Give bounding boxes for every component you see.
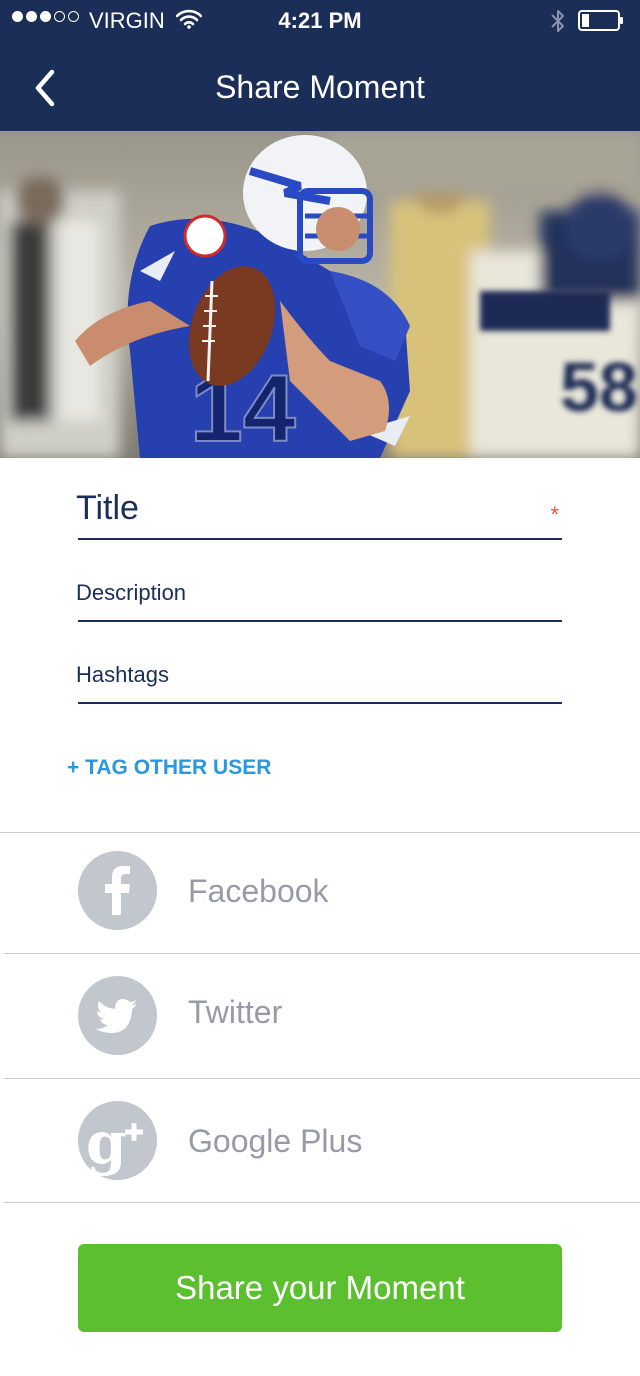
- share-row-twitter[interactable]: Twitter: [0, 954, 640, 1074]
- share-row-facebook[interactable]: Facebook: [0, 833, 640, 953]
- battery-icon: [578, 10, 624, 31]
- title-input[interactable]: [76, 484, 516, 532]
- divider: [4, 1202, 640, 1203]
- twitter-icon: [78, 976, 157, 1055]
- bluetooth-icon: [550, 8, 566, 39]
- tag-other-user-link[interactable]: + TAG OTHER USER: [67, 756, 271, 780]
- required-asterisk: *: [550, 502, 559, 527]
- share-label-facebook: Facebook: [188, 873, 329, 909]
- facebook-icon: [78, 851, 157, 930]
- share-row-google-plus[interactable]: g Google Plus: [0, 1079, 640, 1199]
- navigation-bar: Share Moment: [0, 42, 640, 131]
- moment-photo: 58 14: [0, 131, 640, 458]
- hashtags-field[interactable]: [76, 656, 562, 704]
- share-moment-button[interactable]: Share your Moment: [78, 1244, 562, 1332]
- description-input[interactable]: [76, 574, 516, 612]
- svg-text:g: g: [86, 1109, 127, 1177]
- page-title: Share Moment: [215, 69, 425, 105]
- svg-text:58: 58: [560, 348, 638, 426]
- description-field[interactable]: [76, 574, 562, 622]
- status-bar: VIRGIN 4:21 PM: [0, 0, 640, 42]
- share-label-twitter: Twitter: [188, 994, 283, 1030]
- clock: 4:21 PM: [278, 8, 362, 33]
- title-field[interactable]: *: [76, 484, 562, 540]
- share-label-google-plus: Google Plus: [188, 1123, 363, 1159]
- hashtags-input[interactable]: [76, 656, 516, 694]
- google-plus-icon: g: [78, 1101, 157, 1180]
